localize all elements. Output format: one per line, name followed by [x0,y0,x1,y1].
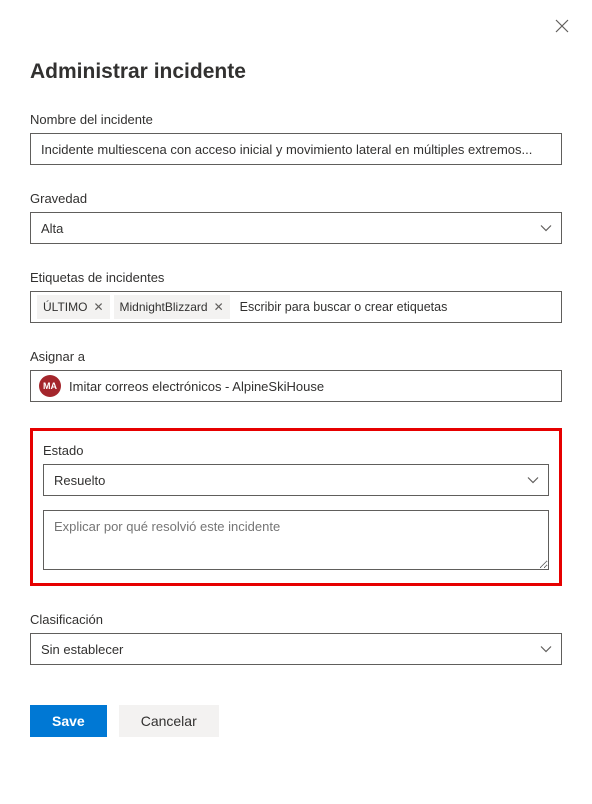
severity-label: Gravedad [30,191,562,206]
assign-value: Imitar correos electrónicos - AlpineSkiH… [69,379,324,394]
severity-value: Alta [41,221,63,236]
status-highlight-box: Estado Resuelto [30,428,562,586]
tag-chip: MidnightBlizzard ✕ [114,295,230,319]
assign-group: Asignar a MA Imitar correos electrónicos… [30,349,562,402]
tag-label: MidnightBlizzard [120,300,208,314]
classification-value: Sin establecer [41,642,123,657]
incident-name-group: Nombre del incidente [30,112,562,165]
classification-group: Clasificación Sin establecer [30,612,562,665]
button-row: Save Cancelar [30,705,562,737]
status-select[interactable]: Resuelto [43,464,549,496]
severity-select[interactable]: Alta [30,212,562,244]
classification-select[interactable]: Sin establecer [30,633,562,665]
tag-remove-button[interactable]: ✕ [214,300,224,314]
severity-group: Gravedad Alta [30,191,562,244]
tag-label: ÚLTIMO [43,300,87,314]
dialog-title: Administrar incidente [30,60,562,84]
incident-name-label: Nombre del incidente [30,112,562,127]
status-label: Estado [43,443,549,458]
close-icon [555,19,569,33]
save-button[interactable]: Save [30,705,107,737]
status-reason-textarea[interactable] [43,510,549,570]
tags-placeholder: Escribir para buscar o crear etiquetas [240,300,448,314]
incident-name-input[interactable] [30,133,562,165]
status-reason-group [43,510,549,573]
status-group: Estado Resuelto [43,443,549,496]
close-button[interactable] [552,16,572,36]
tags-label: Etiquetas de incidentes [30,270,562,285]
tag-remove-button[interactable]: ✕ [93,300,103,314]
tag-chip: ÚLTIMO ✕ [37,295,110,319]
avatar: MA [39,375,61,397]
status-value: Resuelto [54,473,105,488]
assign-input[interactable]: MA Imitar correos electrónicos - AlpineS… [30,370,562,402]
classification-label: Clasificación [30,612,562,627]
tags-input[interactable]: ÚLTIMO ✕ MidnightBlizzard ✕ Escribir par… [30,291,562,323]
assign-label: Asignar a [30,349,562,364]
tags-group: Etiquetas de incidentes ÚLTIMO ✕ Midnigh… [30,270,562,323]
cancel-button[interactable]: Cancelar [119,705,219,737]
